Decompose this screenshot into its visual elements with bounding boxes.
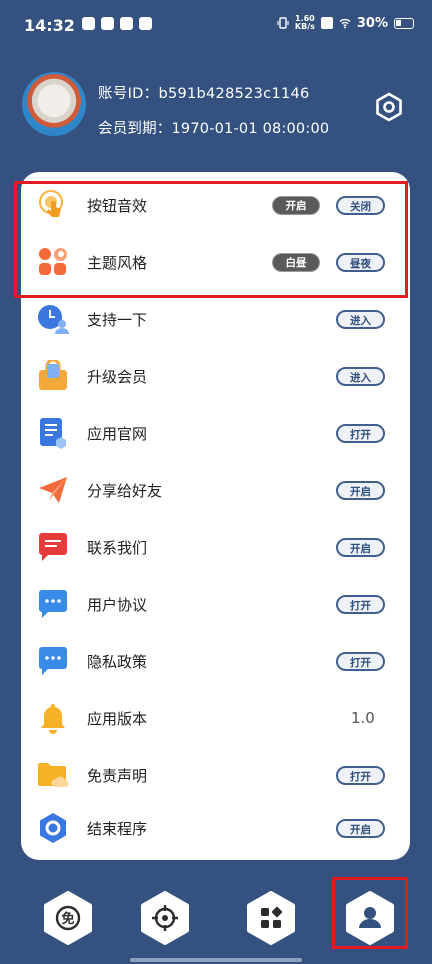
member-expiry: 会员到期：1970-01-01 08:00:00 <box>98 121 330 137</box>
privacy-open-button[interactable]: 打开 <box>336 651 385 671</box>
paper-plane-icon <box>39 477 67 503</box>
website-open-button[interactable]: 打开 <box>336 423 385 443</box>
support-clock-icon <box>38 305 69 334</box>
settings-label: 隐私政策 <box>87 652 148 671</box>
share-open-button[interactable]: 开启 <box>336 480 385 500</box>
network-speed: 1.60 KB/s <box>295 15 315 31</box>
settings-row-privacy[interactable]: 隐私政策 打开 <box>21 633 410 689</box>
settings-row-website[interactable]: 应用官网 打开 <box>21 405 410 461</box>
website-doc-icon <box>40 418 66 449</box>
x-icon <box>320 17 333 29</box>
folder-cloud-icon <box>38 763 69 787</box>
settings-label: 应用官网 <box>87 424 148 443</box>
agreement-open-button[interactable]: 打开 <box>336 594 385 614</box>
status-bar: 14:32 1.60 KB/s 30% <box>0 0 432 52</box>
nav-profile-tab[interactable] <box>343 891 397 945</box>
version-value: 1.0 <box>351 709 375 727</box>
vip-bag-icon <box>39 360 67 390</box>
chat-bubble-icon <box>39 647 67 675</box>
settings-label: 结束程序 <box>87 819 148 838</box>
battery-icon <box>394 17 414 29</box>
upgrade-enter-button[interactable]: 进入 <box>336 366 385 386</box>
tiktok-icon <box>101 17 114 30</box>
avatar[interactable] <box>22 72 86 136</box>
app-notification-icon <box>82 17 95 30</box>
chat-bubble-icon <box>39 590 67 618</box>
settings-row-share[interactable]: 分享给好友 开启 <box>21 462 410 518</box>
settings-label: 支持一下 <box>87 310 148 329</box>
power-gear-icon <box>40 813 66 843</box>
settings-label: 用户协议 <box>87 595 148 614</box>
settings-row-version: 应用版本 1.0 <box>21 690 410 746</box>
wifi-icon <box>339 18 351 29</box>
support-enter-button[interactable]: 进入 <box>336 309 385 329</box>
nav-target-tab[interactable] <box>138 891 192 945</box>
settings-row-disclaimer[interactable]: 免责声明 打开 <box>21 747 410 803</box>
settings-hexagon-icon[interactable] <box>374 92 404 122</box>
settings-row-support[interactable]: 支持一下 进入 <box>21 291 410 347</box>
bell-icon <box>41 704 65 734</box>
status-time: 14:32 <box>24 16 75 35</box>
settings-label: 免责声明 <box>87 766 148 785</box>
disclaimer-open-button[interactable]: 打开 <box>336 765 385 785</box>
vibrate-icon <box>277 17 289 29</box>
settings-label: 联系我们 <box>87 538 148 557</box>
app-notification-icon <box>120 17 133 30</box>
exit-open-button[interactable]: 开启 <box>336 818 385 838</box>
net-speed-unit: KB/s <box>294 22 315 31</box>
highlight-box-toggles <box>14 181 408 298</box>
battery-percent: 30% <box>356 15 388 31</box>
settings-label: 分享给好友 <box>87 481 163 500</box>
notification-icons <box>82 17 152 30</box>
settings-label: 升级会员 <box>87 367 148 386</box>
home-indicator[interactable] <box>130 958 302 962</box>
nav-apps-tab[interactable] <box>244 891 298 945</box>
crown-icon <box>139 17 152 30</box>
status-right: 1.60 KB/s 30% <box>277 15 414 31</box>
nav-free-tab[interactable]: 免 <box>41 891 95 945</box>
account-id: 账号ID：b591b428523c1146 <box>98 86 310 102</box>
settings-row-upgrade-vip[interactable]: 升级会员 进入 <box>21 348 410 404</box>
contact-message-icon <box>39 533 67 561</box>
settings-row-user-agreement[interactable]: 用户协议 打开 <box>21 576 410 632</box>
settings-label: 应用版本 <box>87 709 148 728</box>
settings-row-exit[interactable]: 结束程序 开启 <box>21 800 410 856</box>
contact-open-button[interactable]: 开启 <box>336 537 385 557</box>
settings-row-contact[interactable]: 联系我们 开启 <box>21 519 410 575</box>
free-badge-icon: 免 <box>61 911 74 927</box>
